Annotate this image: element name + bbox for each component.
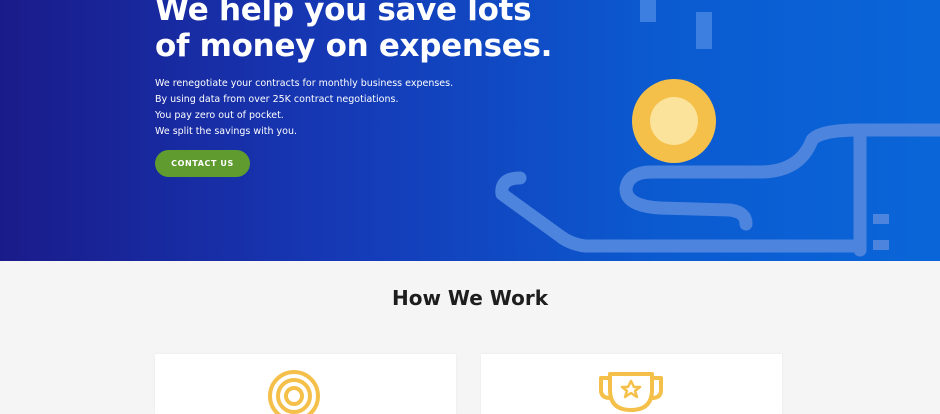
hand-outline bbox=[495, 123, 940, 257]
how-we-work-card-2 bbox=[481, 354, 782, 414]
coin-icon bbox=[268, 370, 320, 414]
trophy-icon bbox=[599, 372, 663, 412]
star-icon bbox=[620, 379, 642, 399]
hand-holding-coin-icon bbox=[495, 0, 940, 257]
falling-bar-2 bbox=[696, 12, 712, 49]
section-title: How We Work bbox=[391, 286, 549, 310]
cuff-square-2 bbox=[873, 240, 889, 250]
hero-banner: We help you save lots of money on expens… bbox=[0, 0, 940, 261]
how-we-work-section: How We Work bbox=[0, 261, 940, 414]
cuff-square-1 bbox=[873, 214, 889, 224]
falling-bar-1 bbox=[640, 0, 656, 22]
how-we-work-card-1 bbox=[155, 354, 456, 414]
